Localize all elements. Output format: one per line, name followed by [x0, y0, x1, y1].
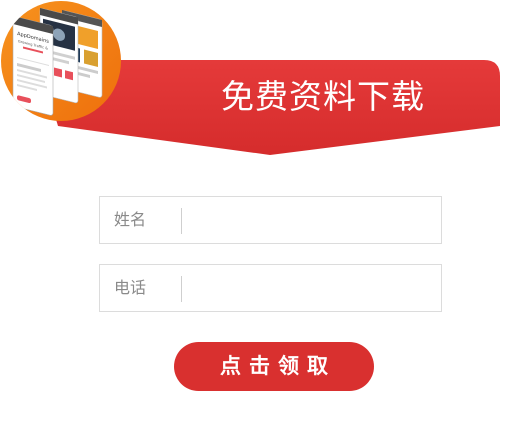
claim-button[interactable]: 点击领取 — [174, 342, 374, 391]
phone-field: 电话 — [99, 264, 442, 312]
name-field-divider — [181, 208, 182, 234]
name-input[interactable] — [188, 203, 437, 239]
phone-field-divider — [181, 276, 182, 302]
phone-mockups-badge: AppDomains Growing Traffic & — [0, 0, 122, 122]
phone-label: 电话 — [114, 278, 147, 297]
phone-mockups-image: AppDomains Growing Traffic & — [1, 1, 121, 121]
download-form-panel: 免费资料下载 AppDomains Growing Traffic & 姓名 电… — [0, 0, 532, 434]
name-label: 姓名 — [114, 210, 147, 229]
banner-title: 免费资料下载 — [221, 77, 425, 116]
phone-input[interactable] — [188, 271, 437, 307]
name-field: 姓名 — [99, 196, 442, 244]
